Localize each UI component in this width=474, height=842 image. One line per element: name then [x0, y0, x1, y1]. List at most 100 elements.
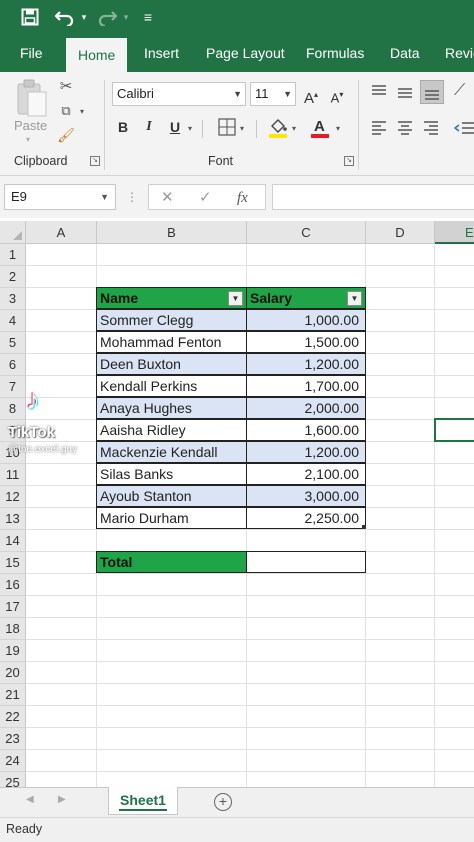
table-cell-salary[interactable]: 2,250.00: [246, 507, 366, 529]
row-header[interactable]: 13: [0, 508, 26, 530]
sheet-tab-sheet1[interactable]: Sheet1: [108, 787, 178, 815]
italic-button[interactable]: I: [140, 116, 158, 138]
decrease-font-icon[interactable]: A▾: [328, 84, 346, 106]
row-header[interactable]: 14: [0, 530, 26, 552]
font-size-select[interactable]: 11 ▼: [250, 82, 296, 106]
row-header[interactable]: 2: [0, 266, 26, 288]
formula-input[interactable]: [272, 184, 474, 210]
fill-color-icon[interactable]: [268, 116, 288, 143]
tab-page-layout[interactable]: Page Layout: [206, 34, 285, 72]
table-cell-name[interactable]: Mohammad Fenton: [96, 331, 247, 353]
table-cell-name[interactable]: Sommer Clegg: [96, 309, 247, 331]
row-header[interactable]: 15: [0, 552, 26, 574]
table-cell-salary[interactable]: 2,100.00: [246, 463, 366, 485]
name-box[interactable]: E9 ▼: [4, 184, 116, 210]
tab-home[interactable]: Home: [66, 38, 128, 72]
add-sheet-icon[interactable]: +: [214, 793, 232, 811]
table-cell-name[interactable]: Aaisha Ridley: [96, 419, 247, 441]
row-header[interactable]: 23: [0, 728, 26, 750]
filter-dropdown-icon[interactable]: ▼: [228, 291, 243, 306]
copy-dropdown-icon[interactable]: ▾: [80, 107, 84, 116]
redo-icon[interactable]: [94, 5, 120, 29]
tab-insert[interactable]: Insert: [144, 34, 179, 72]
align-top-icon[interactable]: [370, 84, 388, 105]
table-cell-name[interactable]: Deen Buxton: [96, 353, 247, 375]
table-cell-name[interactable]: Anaya Hughes: [96, 397, 247, 419]
row-header[interactable]: 25: [0, 772, 26, 787]
tab-file[interactable]: File: [20, 34, 43, 72]
table-cell-name[interactable]: Mackenzie Kendall: [96, 441, 247, 463]
row-header[interactable]: 11: [0, 464, 26, 486]
font-color-dropdown-icon[interactable]: ▾: [336, 124, 340, 133]
worksheet-grid[interactable]: A B C D E 1 2 3 4 5 6 7 8 9 10 11 12 13 …: [0, 221, 474, 787]
table-cell-salary[interactable]: 1,200.00: [246, 441, 366, 463]
column-header-e[interactable]: E: [435, 221, 474, 244]
align-center-icon[interactable]: [396, 120, 414, 141]
enter-icon[interactable]: ✓: [199, 187, 212, 209]
total-value-cell[interactable]: [246, 551, 366, 573]
row-header[interactable]: 16: [0, 574, 26, 596]
align-left-icon[interactable]: [370, 120, 388, 141]
redo-dropdown-icon[interactable]: ▾: [120, 5, 132, 29]
table-cell-name[interactable]: Mario Durham: [96, 507, 247, 529]
copy-icon[interactable]: ⧉: [56, 100, 76, 122]
cancel-icon[interactable]: ✕: [161, 187, 174, 209]
table-cell-salary[interactable]: 1,700.00: [246, 375, 366, 397]
row-header[interactable]: 20: [0, 662, 26, 684]
tab-formulas[interactable]: Formulas: [306, 34, 364, 72]
row-header[interactable]: 17: [0, 596, 26, 618]
total-label-cell[interactable]: Total: [96, 551, 247, 573]
sheet-nav-next-icon[interactable]: ▶: [58, 794, 66, 805]
row-header[interactable]: 3: [0, 288, 26, 310]
row-header[interactable]: 4: [0, 310, 26, 332]
table-cell-name[interactable]: Kendall Perkins: [96, 375, 247, 397]
undo-dropdown-icon[interactable]: ▾: [78, 5, 90, 29]
row-header[interactable]: 19: [0, 640, 26, 662]
select-all-button[interactable]: [0, 221, 26, 244]
filter-dropdown-icon[interactable]: ▼: [347, 291, 362, 306]
borders-dropdown-icon[interactable]: ▾: [240, 124, 244, 133]
row-header[interactable]: 6: [0, 354, 26, 376]
underline-button[interactable]: U: [166, 116, 184, 138]
table-resize-handle[interactable]: [362, 525, 366, 529]
font-name-select[interactable]: Calibri ▼: [112, 82, 246, 106]
column-header-c[interactable]: C: [247, 221, 366, 244]
table-cell-salary[interactable]: 1,600.00: [246, 419, 366, 441]
align-middle-icon[interactable]: [396, 84, 414, 105]
format-painter-icon[interactable]: 🖌: [56, 124, 76, 146]
bold-button[interactable]: B: [114, 116, 132, 138]
tab-data[interactable]: Data: [390, 34, 420, 72]
column-header-b[interactable]: B: [97, 221, 247, 244]
underline-dropdown-icon[interactable]: ▾: [188, 124, 192, 133]
paste-icon[interactable]: [14, 78, 50, 122]
save-icon[interactable]: [16, 5, 44, 29]
orientation-icon[interactable]: ⟋: [454, 82, 465, 100]
table-cell-name[interactable]: Silas Banks: [96, 463, 247, 485]
insert-function-icon[interactable]: fx: [237, 187, 248, 209]
font-color-icon[interactable]: A: [310, 116, 330, 143]
row-header[interactable]: 1: [0, 244, 26, 266]
table-cell-salary[interactable]: 2,000.00: [246, 397, 366, 419]
align-right-icon[interactable]: [422, 120, 440, 141]
increase-font-icon[interactable]: A▴: [302, 84, 320, 107]
row-header[interactable]: 24: [0, 750, 26, 772]
table-cell-salary[interactable]: 1,000.00: [246, 309, 366, 331]
fill-color-dropdown-icon[interactable]: ▾: [292, 124, 296, 133]
align-bottom-icon[interactable]: [420, 80, 444, 104]
tab-review[interactable]: Revie: [445, 34, 474, 72]
borders-icon[interactable]: [218, 118, 236, 141]
undo-icon[interactable]: [52, 5, 78, 29]
decrease-indent-icon[interactable]: [453, 120, 474, 141]
row-header[interactable]: 22: [0, 706, 26, 728]
sheet-nav-prev-icon[interactable]: ◀: [26, 794, 34, 805]
active-cell-e9[interactable]: [434, 418, 474, 442]
column-header-d[interactable]: D: [366, 221, 435, 244]
row-header[interactable]: 21: [0, 684, 26, 706]
table-cell-salary[interactable]: 3,000.00: [246, 485, 366, 507]
row-header[interactable]: 5: [0, 332, 26, 354]
table-header-name[interactable]: Name: [96, 287, 247, 309]
table-cell-name[interactable]: Ayoub Stanton: [96, 485, 247, 507]
customize-qat-icon[interactable]: ≡: [140, 5, 156, 29]
table-cell-salary[interactable]: 1,200.00: [246, 353, 366, 375]
table-cell-salary[interactable]: 1,500.00: [246, 331, 366, 353]
